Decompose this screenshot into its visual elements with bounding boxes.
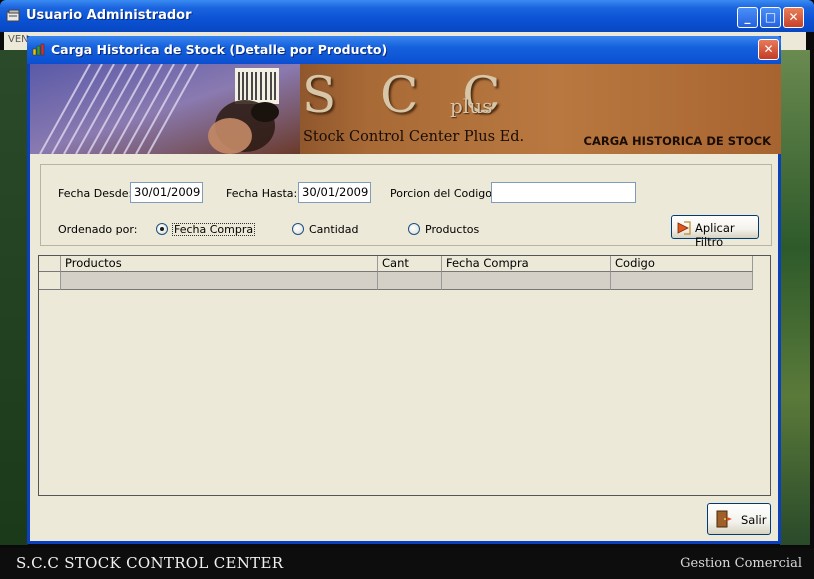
- fecha-hasta-input[interactable]: 30/01/2009: [298, 182, 371, 203]
- fecha-desde-input[interactable]: 30/01/2009: [130, 182, 203, 203]
- porcion-codigo-input[interactable]: [491, 182, 636, 203]
- status-app-name: S.C.C STOCK CONTROL CENTER: [16, 554, 284, 572]
- radio-fecha-compra[interactable]: [156, 223, 168, 235]
- exit-label: Salir: [741, 513, 767, 527]
- radio-cantidad[interactable]: [292, 223, 304, 235]
- logo-tagline: Stock Control Center Plus Ed.: [303, 129, 525, 145]
- column-header-cant[interactable]: Cant: [378, 256, 442, 272]
- row-selector[interactable]: [39, 272, 61, 290]
- fecha-hasta-label: Fecha Hasta:: [226, 187, 298, 200]
- apply-filter-button[interactable]: Aplicar Filtro: [671, 215, 759, 249]
- exit-door-icon: [716, 510, 732, 528]
- stock-history-dialog: Carga Historica de Stock (Detalle por Pr…: [27, 36, 781, 544]
- close-button[interactable]: ✕: [783, 7, 804, 28]
- column-header-codigo[interactable]: Codigo: [611, 256, 753, 272]
- porcion-codigo-label: Porcion del Codigo:: [390, 187, 496, 200]
- filter-group: Fecha Desde: 30/01/2009 Fecha Hasta: 30/…: [40, 164, 772, 249]
- radio-productos-label[interactable]: Productos: [425, 223, 479, 236]
- status-bar: S.C.C STOCK CONTROL CENTER Gestion Comer…: [0, 548, 814, 579]
- status-module: Gestion Comercial: [680, 556, 802, 571]
- menu-item-fragment[interactable]: VEN: [8, 34, 29, 45]
- table-cell[interactable]: [378, 272, 442, 290]
- radio-productos[interactable]: [408, 223, 420, 235]
- table-cell[interactable]: [442, 272, 611, 290]
- dialog-close-button[interactable]: ✕: [758, 39, 779, 60]
- apply-filter-label: Aplicar Filtro: [695, 221, 735, 249]
- table-cell[interactable]: [611, 272, 753, 290]
- chart-icon: [32, 43, 45, 56]
- background-right: [780, 50, 810, 545]
- dialog-title: Carga Historica de Stock (Detalle por Pr…: [51, 42, 388, 57]
- fecha-desde-label: Fecha Desde:: [58, 187, 133, 200]
- filter-arrow-icon: [677, 221, 691, 235]
- background-left: [0, 50, 28, 545]
- main-title-bar[interactable]: Usuario Administrador _ □ ✕: [0, 0, 814, 32]
- column-header-productos[interactable]: Productos: [61, 256, 378, 272]
- minimize-button[interactable]: _: [737, 7, 758, 28]
- grid-corner: [39, 256, 61, 272]
- maximize-button[interactable]: □: [760, 7, 781, 28]
- barcode-scanner-image: [30, 64, 300, 154]
- products-grid[interactable]: Productos Cant Fecha Compra Codigo: [38, 255, 771, 496]
- header-banner: S C C plus Stock Control Center Plus Ed.…: [30, 64, 781, 154]
- dialog-title-bar[interactable]: Carga Historica de Stock (Detalle por Pr…: [27, 36, 781, 64]
- table-cell[interactable]: [61, 272, 378, 290]
- column-header-fecha-compra[interactable]: Fecha Compra: [442, 256, 611, 272]
- ordenado-por-label: Ordenado por:: [58, 223, 138, 236]
- exit-button[interactable]: Salir: [707, 503, 771, 535]
- banner-caption: CARGA HISTORICA DE STOCK: [583, 134, 771, 148]
- app-icon: [6, 9, 20, 22]
- radio-fecha-compra-label[interactable]: Fecha Compra: [172, 223, 256, 236]
- radio-cantidad-label[interactable]: Cantidad: [309, 223, 358, 236]
- logo-plus: plus: [450, 94, 493, 118]
- main-window-title: Usuario Administrador: [26, 8, 192, 23]
